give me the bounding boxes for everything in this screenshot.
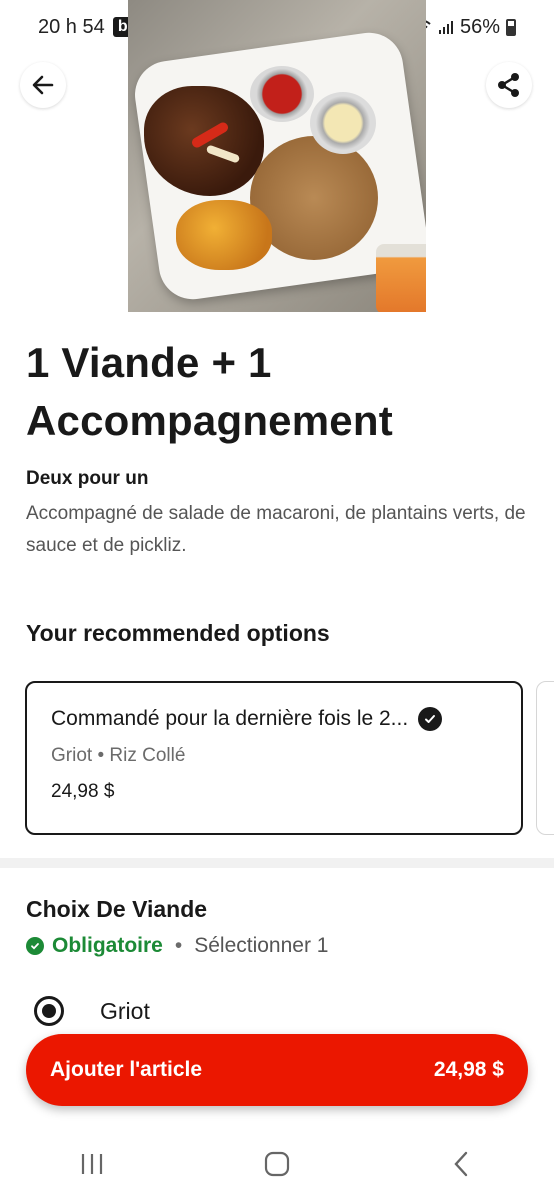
battery-icon — [506, 18, 516, 36]
check-circle-icon — [418, 707, 443, 731]
check-circle-green-icon — [26, 937, 44, 955]
meta-separator: • — [174, 934, 183, 957]
macaroni-cup — [310, 92, 376, 154]
meat-option-griot[interactable]: Griot — [34, 996, 150, 1026]
meat-option-label: Griot — [100, 997, 150, 1024]
meat-choice-meta: Obligatoire • Sélectionner 1 — [26, 934, 328, 958]
share-button[interactable] — [486, 62, 532, 108]
system-back-button[interactable] — [432, 1144, 492, 1184]
section-divider — [0, 858, 554, 868]
recommended-heading: Your recommended options — [26, 620, 330, 646]
meat-choice-title: Choix De Viande — [26, 896, 208, 922]
item-subtitle: Deux pour un — [26, 468, 149, 489]
item-title: 1 Viande + 1 Accompagnement — [26, 339, 393, 444]
recent-apps-button[interactable] — [62, 1144, 122, 1184]
home-button[interactable] — [247, 1144, 307, 1184]
item-photo — [128, 0, 426, 312]
radio-selected-icon[interactable] — [34, 996, 64, 1026]
signal-icon — [438, 21, 453, 34]
add-item-price: 24,98 $ — [433, 1058, 504, 1081]
arrow-left-icon — [32, 75, 54, 95]
item-description: Accompagné de salade de macaroni, de pla… — [26, 503, 526, 556]
add-item-button[interactable]: Ajouter l'article 24,98 $ — [26, 1034, 528, 1106]
add-item-label: Ajouter l'article — [50, 1058, 203, 1081]
recommended-card-detail: Griot • Riz Collé — [51, 745, 186, 766]
home-icon — [264, 1151, 290, 1177]
share-icon — [498, 73, 519, 97]
recommended-card-title: Commandé pour la dernière fois le 2... — [51, 707, 409, 730]
recommended-card-title-row: Commandé pour la dernière fois le 2... — [51, 707, 497, 731]
recommended-card-price: 24,98 $ — [51, 781, 115, 802]
battery-percent: 56% — [459, 15, 500, 38]
pickliz-jar — [376, 244, 426, 312]
recent-apps-icon — [82, 1154, 103, 1174]
status-time: 20 h 54 — [38, 15, 105, 38]
plantain — [176, 200, 272, 270]
chevron-left-icon — [454, 1151, 467, 1177]
required-label: Obligatoire — [52, 934, 163, 957]
select-hint: Sélectionner 1 — [194, 934, 329, 957]
recommended-option-card[interactable]: Commandé pour la dernière fois le 2... G… — [25, 681, 523, 835]
system-nav-bar — [0, 1128, 554, 1200]
sauce-cup — [250, 66, 314, 122]
back-button[interactable] — [20, 62, 66, 108]
next-recommended-card[interactable] — [536, 681, 554, 835]
